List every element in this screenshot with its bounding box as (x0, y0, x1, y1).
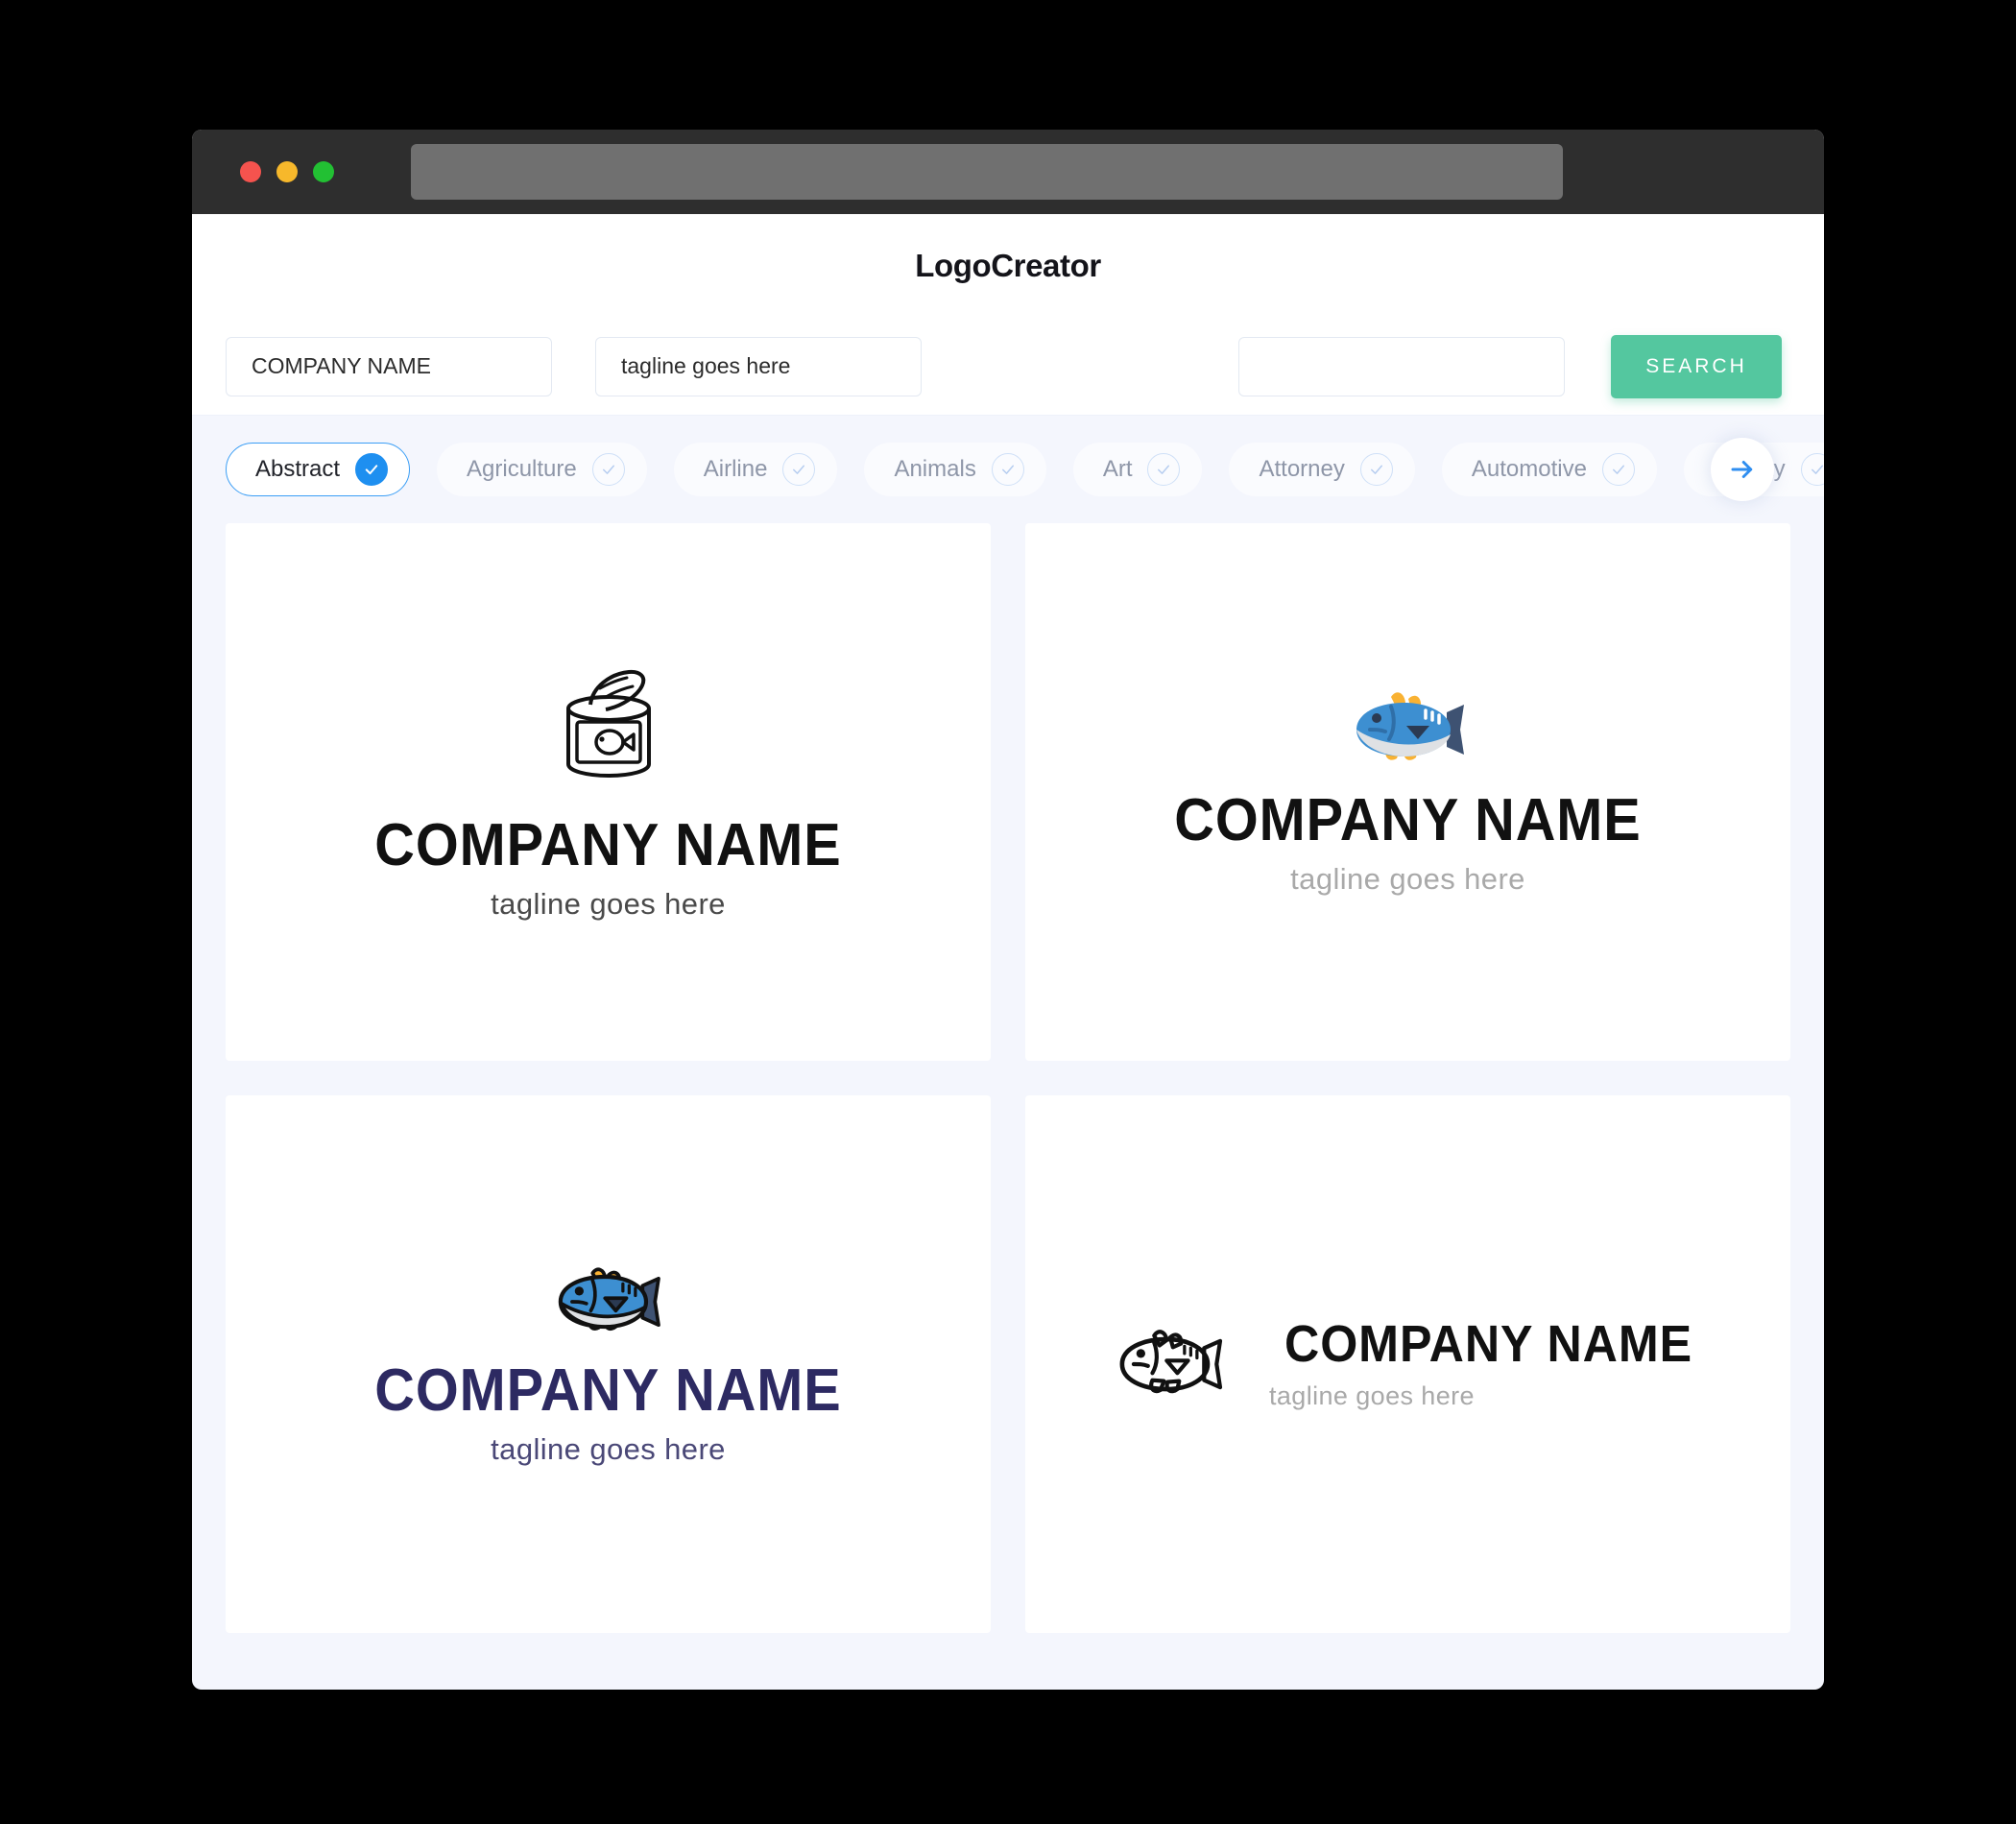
category-pill-automotive[interactable]: Automotive (1441, 443, 1657, 496)
arrow-right-icon (1731, 461, 1753, 478)
keyword-input[interactable] (1238, 336, 1565, 396)
category-label: Airline (703, 456, 768, 482)
category-label: Automotive (1471, 456, 1587, 482)
category-label: Abstract (255, 456, 341, 482)
url-bar[interactable] (411, 144, 1563, 200)
category-filter-bar: Abstract Agriculture Airline Animals Art (192, 416, 1824, 523)
categories-next-button[interactable] (1711, 438, 1774, 501)
search-toolbar: SEARCH (192, 318, 1824, 416)
minimize-button[interactable] (276, 161, 298, 182)
logo-company-name: COMPANY NAME (1284, 1315, 1693, 1374)
logo-card[interactable]: COMPANY NAME tagline goes here (226, 1095, 991, 1633)
category-pill-art[interactable]: Art (1072, 443, 1203, 496)
logo-tagline: tagline goes here (491, 1431, 726, 1466)
close-button[interactable] (240, 161, 261, 182)
logo-tagline: tagline goes here (1290, 861, 1525, 896)
check-icon (782, 453, 816, 486)
check-icon (991, 453, 1024, 486)
logo-company-name: COMPANY NAME (374, 812, 842, 879)
logo-card[interactable]: COMPANY NAME tagline goes here (1025, 1095, 1790, 1633)
category-label: Attorney (1259, 456, 1345, 482)
flat-tuna-fish-icon (1356, 692, 1464, 761)
check-icon (591, 453, 625, 486)
category-pill-airline[interactable]: Airline (673, 443, 838, 496)
category-label: Art (1102, 456, 1133, 482)
check-icon (1359, 453, 1393, 486)
logo-card[interactable]: COMPANY NAME tagline goes here (226, 523, 991, 1061)
browser-window: LogoCreator SEARCH Abstract Agriculture … (192, 130, 1824, 1690)
window-controls (240, 161, 334, 182)
category-pill-animals[interactable]: Animals (864, 443, 1046, 496)
logo-company-name: COMPANY NAME (1174, 787, 1642, 854)
check-icon (1800, 453, 1824, 486)
tin-can-with-fish-icon (565, 670, 651, 779)
logo-tagline: tagline goes here (1268, 1380, 1475, 1410)
logo-results-grid: COMPANY NAME tagline goes here COMPANY N… (192, 523, 1824, 1673)
check-icon (355, 453, 389, 486)
search-button[interactable]: SEARCH (1611, 334, 1782, 398)
company-name-input[interactable] (226, 336, 552, 396)
category-label: Agriculture (467, 456, 577, 482)
maximize-button[interactable] (313, 161, 334, 182)
app-header: LogoCreator (192, 214, 1824, 318)
outlined-tuna-fish-icon (558, 1267, 660, 1332)
category-pill-attorney[interactable]: Attorney (1229, 443, 1415, 496)
tagline-input[interactable] (595, 336, 922, 396)
category-pill-agriculture[interactable]: Agriculture (437, 443, 647, 496)
logo-company-name: COMPANY NAME (374, 1357, 842, 1425)
page-title: LogoCreator (915, 248, 1101, 283)
category-label: Animals (894, 456, 976, 482)
browser-titlebar (192, 130, 1824, 214)
category-pill-abstract[interactable]: Abstract (226, 443, 411, 496)
logo-card[interactable]: COMPANY NAME tagline goes here (1025, 523, 1790, 1061)
logo-tagline: tagline goes here (491, 886, 726, 921)
line-art-fish-icon (1119, 1330, 1223, 1394)
check-icon (1147, 453, 1181, 486)
check-icon (1601, 453, 1635, 486)
